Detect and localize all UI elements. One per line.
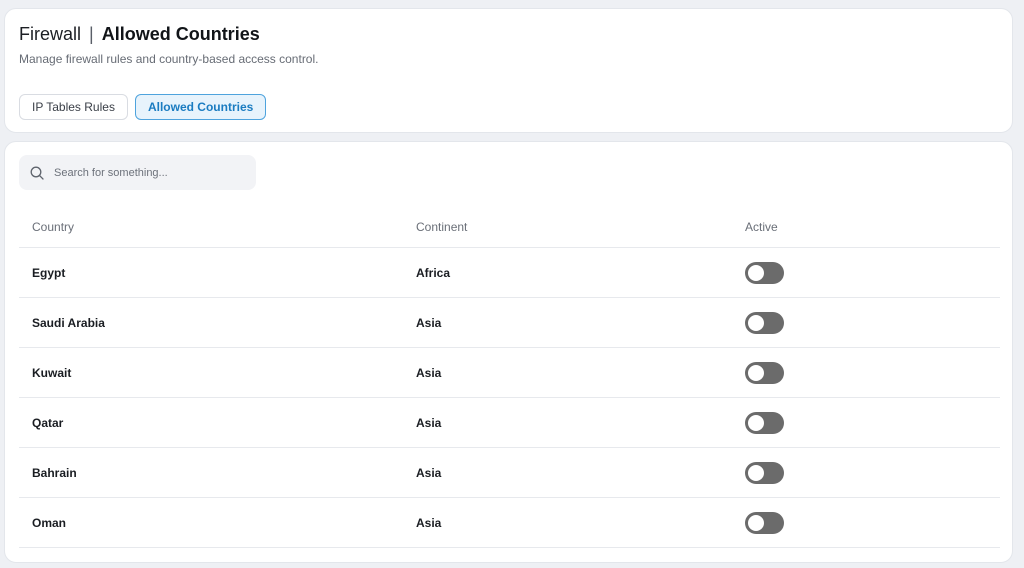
toggle-knob (748, 414, 764, 431)
title-separator: | (89, 24, 94, 44)
toggle-knob (748, 314, 764, 331)
countries-card: Country Continent Active Egypt Africa Saud… (4, 141, 1013, 563)
table-body: Egypt Africa Saudi Arabia Asia Kuwait Asia Qat… (19, 248, 1000, 548)
active-cell (745, 261, 1000, 284)
continent-cell: Asia (416, 415, 442, 430)
table-row: Qatar Asia (19, 398, 1000, 448)
table-row: Bahrain Asia (19, 448, 1000, 498)
column-header-active[interactable]: Active (745, 220, 1000, 234)
country-cell: Bahrain (32, 465, 77, 480)
section-title: Firewall (19, 24, 82, 44)
active-toggle[interactable] (745, 311, 784, 334)
active-cell (745, 511, 1000, 534)
header-card: Firewall | Allowed Countries Manage fire… (4, 8, 1013, 133)
tab-bar: IP Tables Rules Allowed Countries (19, 94, 267, 120)
tab-ip-tables-rules[interactable]: IP Tables Rules (19, 94, 128, 120)
column-header-country[interactable]: Country (19, 220, 416, 234)
active-toggle[interactable] (745, 511, 784, 534)
active-toggle[interactable] (745, 461, 784, 484)
active-cell (745, 311, 1000, 334)
search-icon (29, 165, 45, 181)
continent-cell: Asia (416, 315, 442, 330)
table-row: Egypt Africa (19, 248, 1000, 298)
page-title-text: Allowed Countries (101, 24, 260, 44)
table-row: Kuwait Asia (19, 348, 1000, 398)
table-header: Country Continent Active (19, 207, 1000, 248)
continent-cell: Asia (416, 365, 442, 380)
continent-cell: Asia (416, 465, 442, 480)
active-cell (745, 361, 1000, 384)
tab-allowed-countries[interactable]: Allowed Countries (134, 94, 267, 120)
country-cell: Egypt (32, 265, 66, 280)
country-cell: Oman (32, 515, 67, 530)
toggle-knob (748, 264, 764, 281)
active-cell (745, 411, 1000, 434)
country-cell: Kuwait (32, 365, 72, 380)
toggle-knob (748, 514, 764, 531)
active-cell (745, 461, 1000, 484)
toggle-knob (748, 464, 764, 481)
search-input[interactable] (54, 166, 244, 179)
search-box[interactable] (19, 155, 256, 190)
active-toggle[interactable] (745, 361, 784, 384)
country-cell: Qatar (32, 415, 64, 430)
active-toggle[interactable] (745, 411, 784, 434)
toggle-knob (748, 364, 764, 381)
continent-cell: Africa (416, 265, 451, 280)
page-subtitle: Manage firewall rules and country-based … (19, 52, 319, 66)
continent-cell: Asia (416, 515, 442, 530)
country-cell: Saudi Arabia (32, 315, 105, 330)
countries-table: Country Continent Active Egypt Africa Saud… (19, 207, 1000, 548)
table-row: Saudi Arabia Asia (19, 298, 1000, 348)
page-title: Firewall | Allowed Countries (19, 23, 260, 45)
column-header-continent[interactable]: Continent (416, 220, 745, 234)
table-row: Oman Asia (19, 498, 1000, 548)
active-toggle[interactable] (745, 261, 784, 284)
